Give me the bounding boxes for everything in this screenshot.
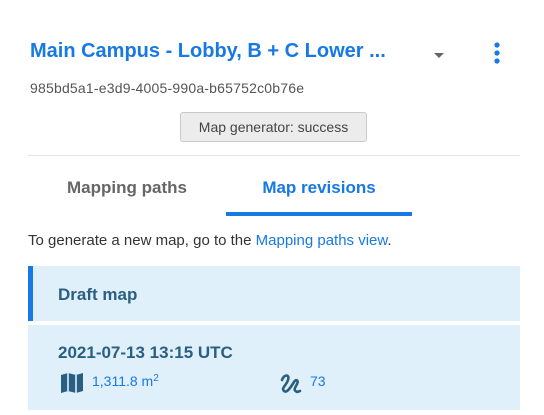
active-tab-indicator (226, 212, 412, 216)
tab-map-revisions-label: Map revisions (262, 178, 376, 197)
status-badge: Map generator: success (180, 112, 367, 142)
info-text-after: . (387, 232, 392, 249)
map-dropdown-button[interactable] (430, 48, 448, 62)
map-detail-panel: Main Campus - Lobby, B + C Lower ... 985… (0, 0, 544, 415)
map-id: 985bd5a1-e3d9-4005-990a-b65752c0b76e (30, 80, 305, 96)
selected-indicator (28, 266, 33, 321)
map-title[interactable]: Main Campus - Lobby, B + C Lower ... (30, 40, 386, 63)
more-options-button[interactable] (488, 40, 506, 66)
info-message: To generate a new map, go to the Mapping… (28, 232, 392, 249)
chevron-down-icon (434, 53, 444, 58)
draft-map-card[interactable]: Draft map (28, 266, 520, 321)
path-count: 73 (310, 373, 326, 389)
draft-map-label: Draft map (58, 285, 138, 304)
area-value: 1,311.8 m2 (92, 373, 159, 389)
tab-map-revisions[interactable]: Map revisions (226, 160, 412, 216)
mapping-paths-view-link[interactable]: Mapping paths view (256, 232, 388, 249)
header-divider (28, 155, 520, 156)
path-icon (280, 374, 302, 394)
map-icon (61, 373, 83, 393)
revision-date: 2021-07-13 13:15 UTC (58, 343, 233, 362)
area-number: 1,311.8 m (92, 373, 154, 389)
info-text-before: To generate a new map, go to the (28, 232, 256, 249)
area-unit-exponent: 2 (153, 373, 159, 384)
kebab-menu-icon (494, 42, 500, 64)
map-revision-card[interactable]: 2021-07-13 13:15 UTC 1,311.8 m2 73 (28, 325, 520, 410)
tab-mapping-paths[interactable]: Mapping paths (28, 160, 226, 216)
tab-mapping-paths-label: Mapping paths (67, 178, 187, 197)
